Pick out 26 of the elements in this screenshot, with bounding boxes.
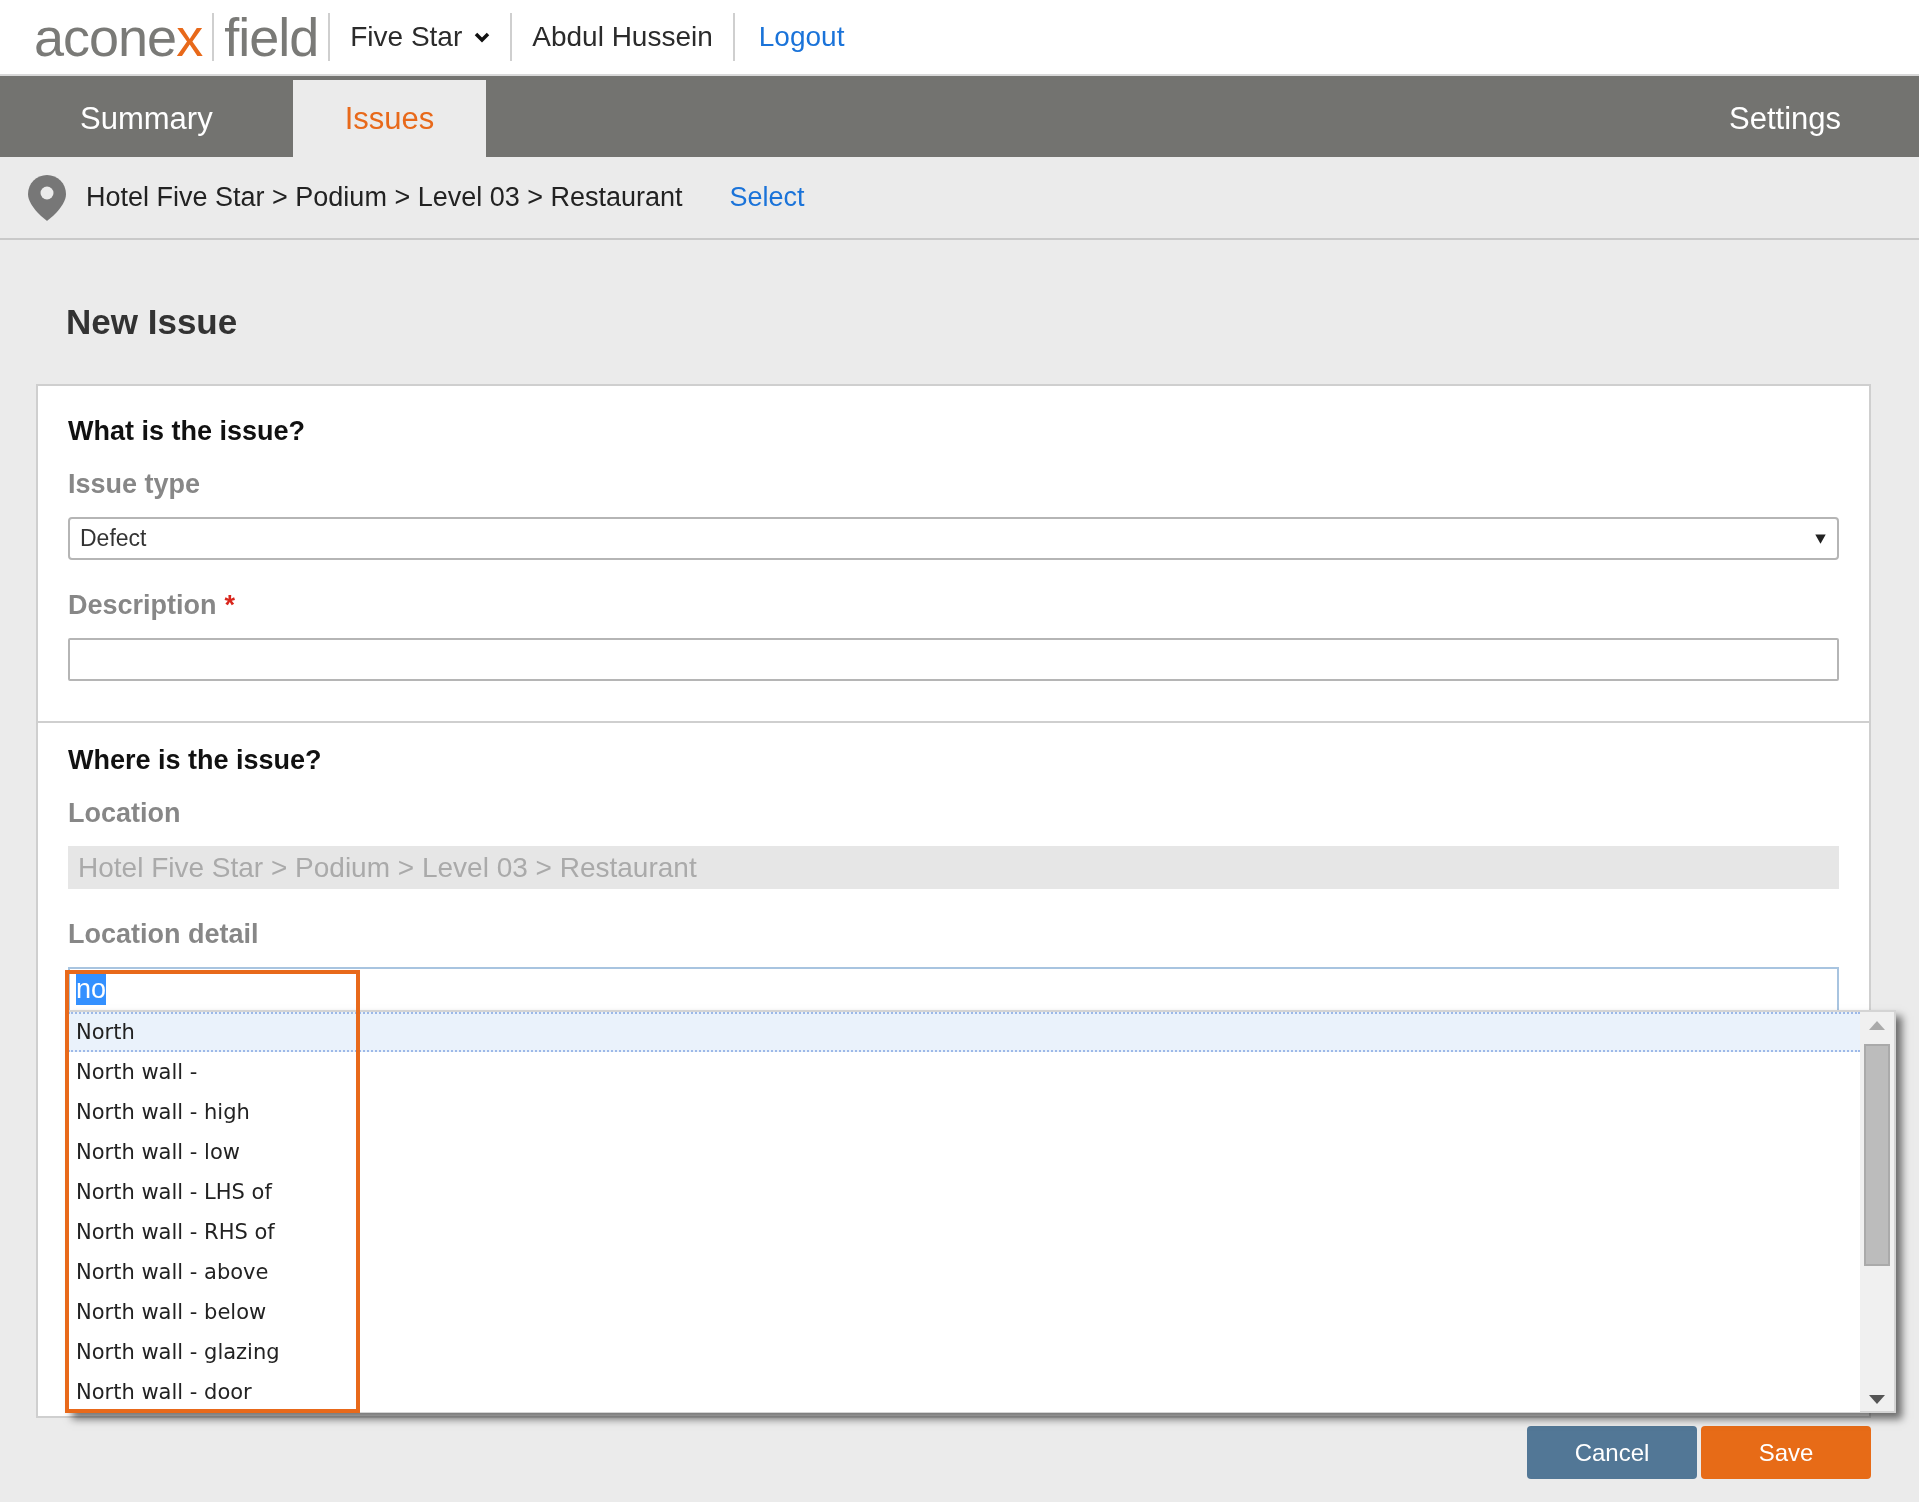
settings-tab[interactable]: Settings bbox=[1689, 80, 1919, 157]
chevron-down-icon bbox=[474, 31, 491, 43]
location-field: Hotel Five Star > Podium > Level 03 > Restaurant bbox=[68, 846, 1839, 889]
breadcrumb-path: Hotel Five Star > Podium > Level 03 > Restaurant bbox=[86, 182, 683, 213]
project-dropdown[interactable]: Five Star bbox=[340, 21, 501, 53]
suggestion-item[interactable]: North bbox=[68, 1012, 1860, 1052]
field-label: Issue type bbox=[68, 469, 202, 500]
cancel-button[interactable]: Cancel bbox=[1527, 1426, 1697, 1479]
field-label: Description * bbox=[68, 590, 237, 621]
scroll-up-icon[interactable] bbox=[1869, 1020, 1885, 1030]
issue-type-dropdown[interactable]: Defect bbox=[68, 517, 1839, 560]
scrollbar[interactable] bbox=[1860, 1012, 1894, 1411]
field-label: Location detail bbox=[68, 919, 260, 950]
section-heading: Where is the issue? bbox=[68, 745, 323, 776]
select-link[interactable]: Select bbox=[729, 182, 805, 213]
user-name: Abdul Hussein bbox=[531, 21, 714, 53]
page-title: New Issue bbox=[65, 301, 239, 343]
logo: aconex field bbox=[34, 10, 319, 64]
nav-tab[interactable]: Summary bbox=[0, 80, 293, 157]
caret-icon bbox=[1814, 532, 1827, 545]
field-label: Location bbox=[68, 798, 182, 829]
scroll-down-icon[interactable] bbox=[1869, 1395, 1885, 1405]
logout-link[interactable]: Logout bbox=[744, 21, 859, 53]
description-field[interactable] bbox=[68, 638, 1839, 681]
section-heading: What is the issue? bbox=[68, 416, 307, 447]
location-pin-icon bbox=[28, 174, 66, 221]
